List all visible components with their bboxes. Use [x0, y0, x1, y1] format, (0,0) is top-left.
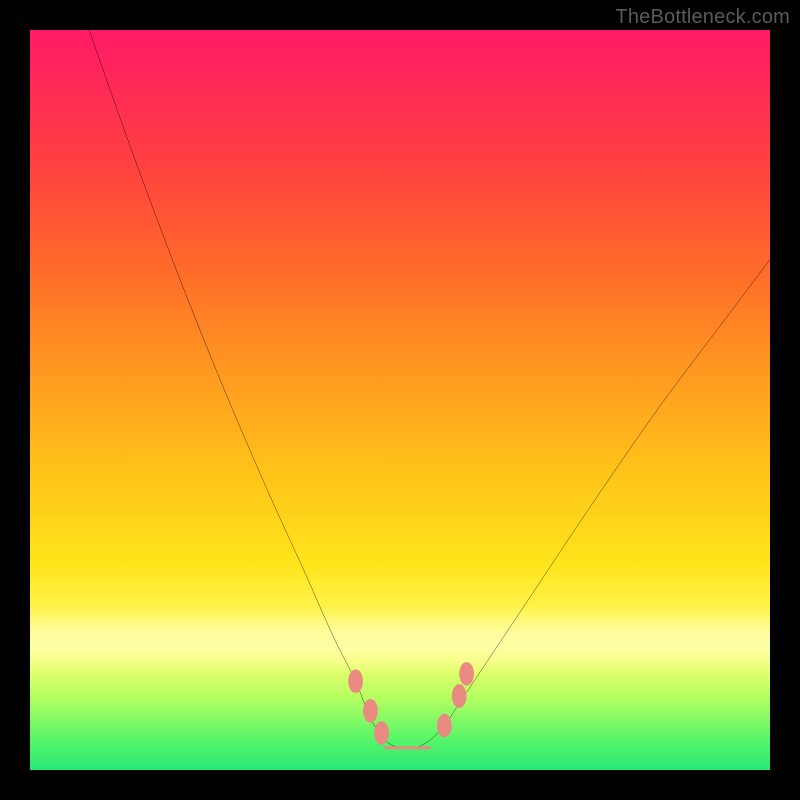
valley-marker	[363, 699, 378, 723]
valley-marker	[459, 662, 474, 686]
chart-frame: TheBottleneck.com	[0, 0, 800, 800]
valley-marker	[374, 721, 389, 745]
valley-marker	[437, 714, 452, 738]
plot-area	[30, 30, 770, 770]
bottleneck-curve	[89, 30, 770, 749]
curve-layer	[30, 30, 770, 770]
watermark-text: TheBottleneck.com	[615, 6, 790, 29]
valley-marker	[452, 684, 467, 708]
valley-marker	[348, 669, 363, 693]
valley-markers	[348, 662, 474, 748]
